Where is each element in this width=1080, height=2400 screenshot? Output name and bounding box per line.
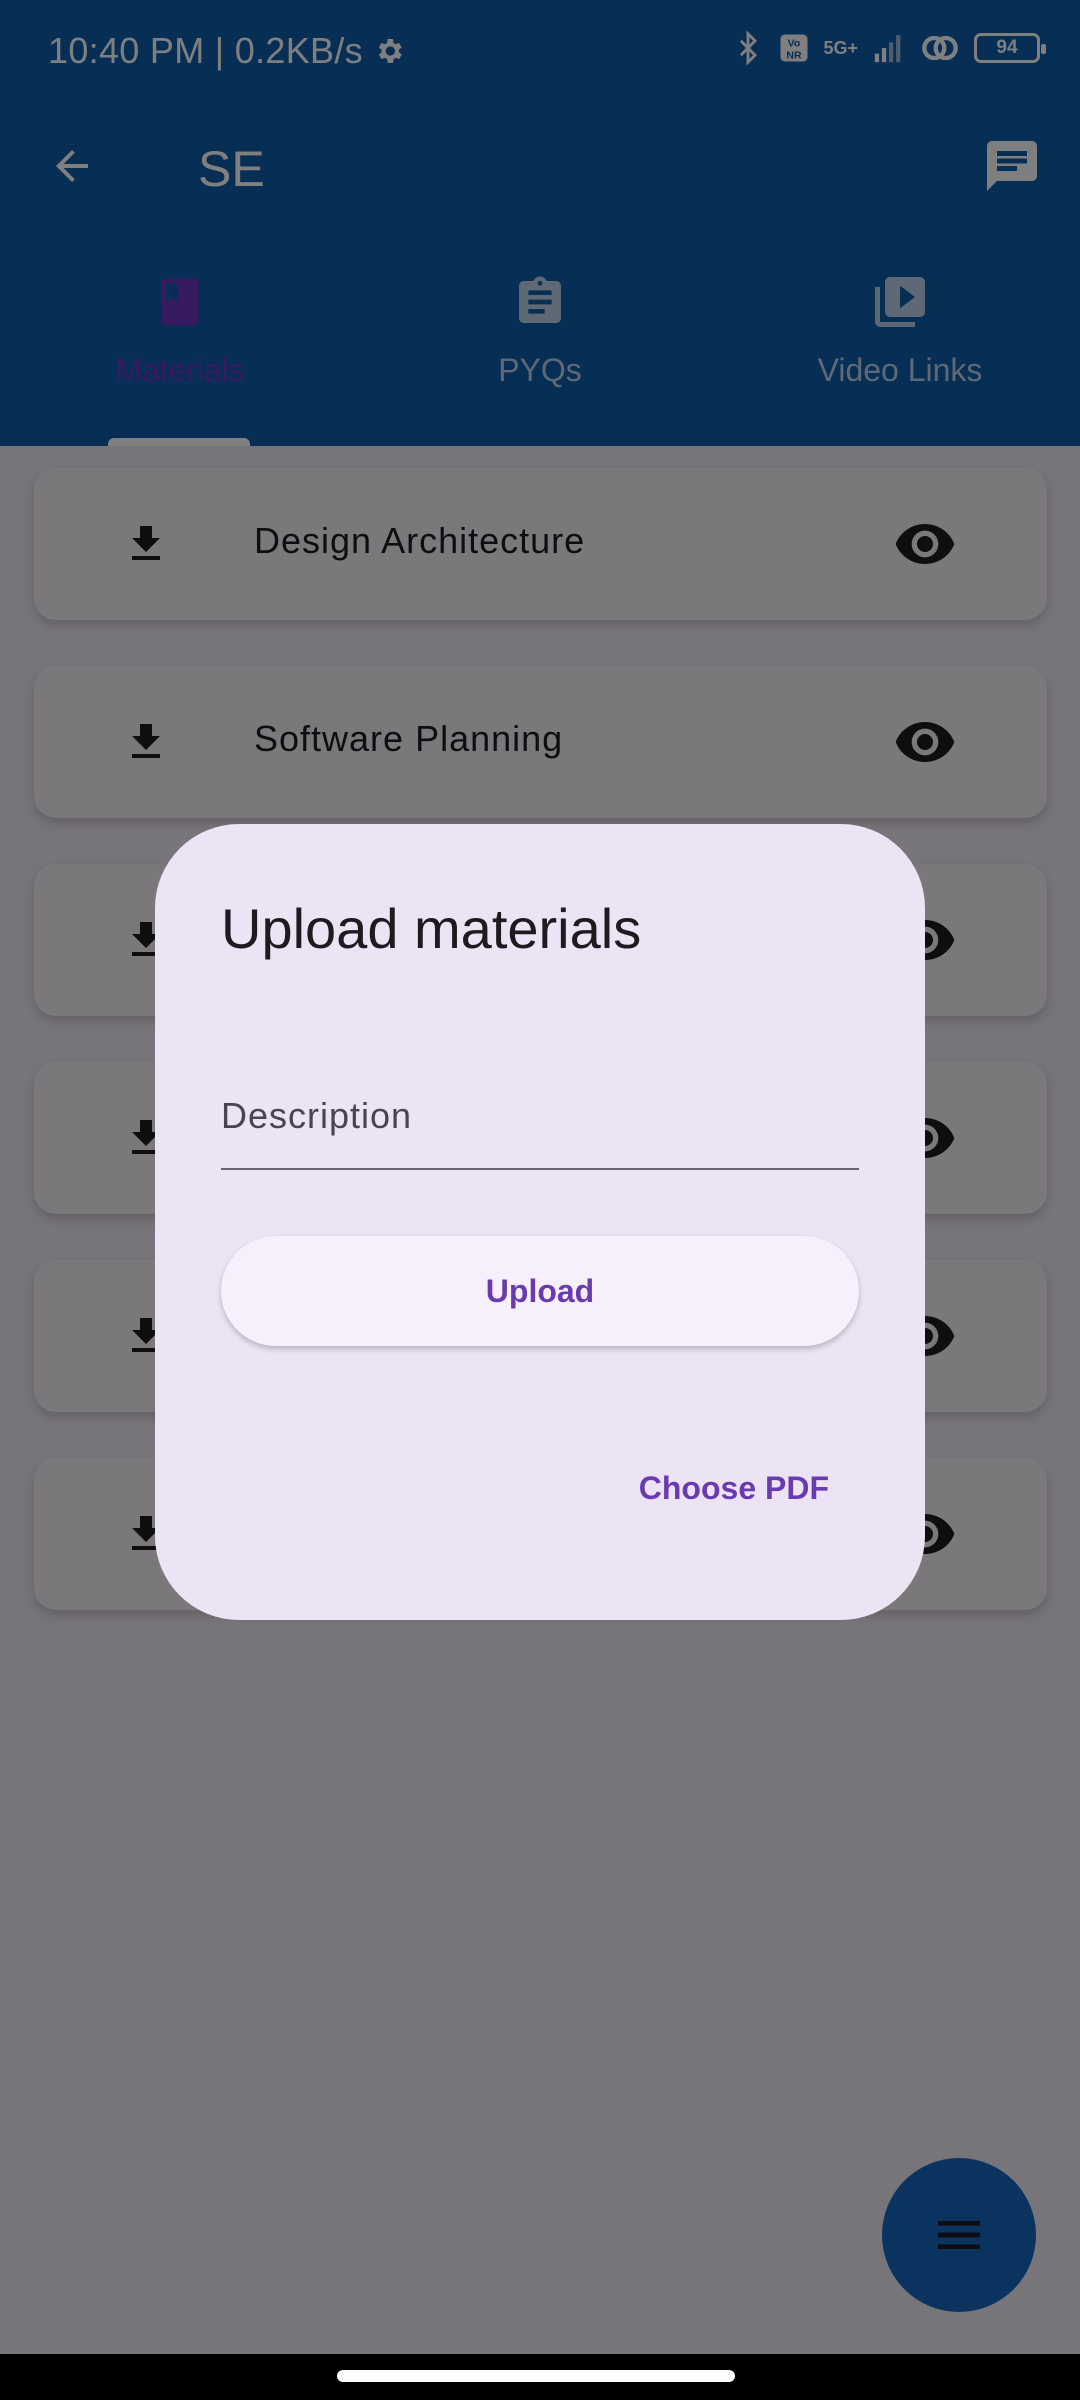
home-handle[interactable] [337,2370,735,2382]
description-field[interactable] [221,1056,859,1170]
system-nav-bar [0,2354,1080,2400]
upload-button[interactable]: Upload [221,1236,859,1346]
choose-pdf-button[interactable]: Choose PDF [639,1470,829,1507]
dialog-title: Upload materials [221,897,642,960]
description-input[interactable] [221,1086,859,1146]
upload-dialog: Upload materials Upload Choose PDF [155,824,925,1620]
